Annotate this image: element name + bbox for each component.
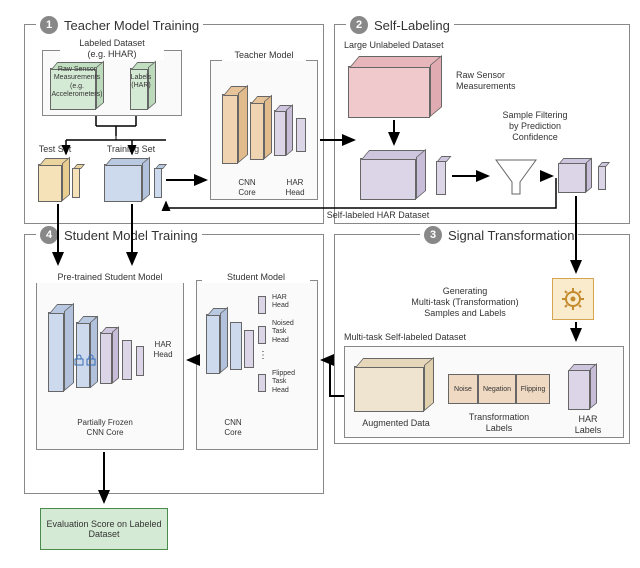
noise-box: Noise: [448, 374, 478, 404]
teacher-model-label: Teacher Model: [222, 50, 306, 61]
header-4: 4 Student Model Training: [36, 226, 202, 244]
frozen-label: Partially Frozen CNN Core: [60, 418, 150, 437]
badge-4: 4: [40, 226, 58, 244]
noised-head-label: Noised Task Head: [272, 320, 312, 345]
test-set-label: Test Set: [30, 144, 80, 155]
cnn-core2-label: CNN Core: [218, 418, 248, 437]
har-labels-label: HAR Labels: [566, 414, 610, 436]
augmented-label: Augmented Data: [354, 418, 438, 429]
trans-labels-label: Transformation Labels: [452, 412, 546, 434]
raw-sensor-text: Raw Sensor Measurements (e.g. Accelerome…: [48, 66, 106, 100]
eval-box: Evaluation Score on Labeled Dataset: [40, 508, 168, 550]
title-1: Teacher Model Training: [64, 18, 199, 33]
multitask-ds-label: Multi-task Self-labeled Dataset: [344, 332, 524, 343]
badge-3: 3: [424, 226, 442, 244]
head-slab-1: [258, 296, 266, 314]
labels-har-text: Labels (HAR): [124, 74, 158, 91]
har-head3-label: HAR Head: [148, 340, 178, 359]
dots: ⋮: [258, 350, 268, 362]
flipping-box: Flipping: [516, 374, 550, 404]
title-2: Self-Labeling: [374, 18, 450, 33]
har-head2-label: HAR Head: [272, 294, 308, 311]
negation-box: Negation: [478, 374, 516, 404]
header-1: 1 Teacher Model Training: [36, 16, 203, 34]
title-3: Signal Transformation: [448, 228, 574, 243]
head-slab-3: [258, 374, 266, 392]
gear-box: [552, 278, 594, 320]
sample-filtering-label: Sample Filtering by Prediction Confidenc…: [490, 110, 580, 142]
title-4: Student Model Training: [64, 228, 198, 243]
head-slab-2: [258, 326, 266, 344]
header-3: 3 Signal Transformation: [420, 226, 578, 244]
pretrained-label: Pre-trained Student Model: [36, 272, 184, 283]
cnn-core-label: CNN Core: [232, 178, 262, 197]
lock-icon-2: [86, 354, 96, 366]
lock-icon: [74, 354, 84, 366]
generating-label: Generating Multi-task (Transformation) S…: [390, 286, 540, 318]
gear-icon: [561, 287, 585, 311]
labeled-dataset-label: Labeled Dataset (e.g. HHAR): [60, 38, 164, 60]
badge-1: 1: [40, 16, 58, 34]
eval-label: Evaluation Score on Labeled Dataset: [43, 519, 165, 539]
funnel-icon: [494, 158, 538, 198]
header-2: 2 Self-Labeling: [346, 16, 454, 34]
raw-sensor2-label: Raw Sensor Measurements: [456, 70, 536, 92]
badge-2: 2: [350, 16, 368, 34]
large-unlabeled-label: Large Unlabeled Dataset: [344, 40, 484, 51]
student-label: Student Model: [202, 272, 310, 283]
training-set-label: Training Set: [96, 144, 166, 155]
self-labeled-label: Self-labeled HAR Dataset: [298, 210, 458, 221]
flipped-head-label: Flipped Task Head: [272, 370, 312, 395]
har-head-label: HAR Head: [280, 178, 310, 197]
